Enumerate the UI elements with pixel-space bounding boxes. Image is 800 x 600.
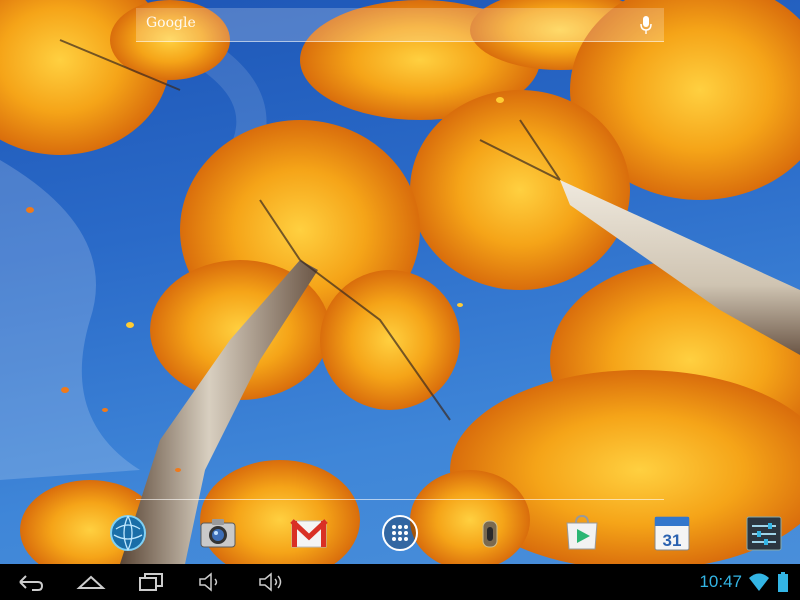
mic-icon[interactable] [640,16,652,34]
back-icon[interactable] [16,570,46,594]
dock-divider [136,499,664,500]
volume-up-icon[interactable] [256,570,286,594]
home-screen: Google 31 10:47 [0,0,800,600]
wifi-icon [749,573,769,591]
home-icon[interactable] [76,570,106,594]
status-clock: 10:47 [699,572,742,591]
calendar-icon[interactable]: 31 [652,513,692,553]
play-store-icon[interactable] [562,513,602,553]
recents-icon[interactable] [136,570,166,594]
gmail-icon[interactable] [289,513,329,553]
all-apps-icon[interactable] [380,513,420,553]
settings-slider-icon[interactable] [470,513,510,553]
camera-icon[interactable] [198,513,238,553]
volume-down-icon[interactable] [196,570,226,594]
google-search-bar[interactable]: Google [136,8,664,42]
settings-icon[interactable] [744,513,784,553]
browser-globe-icon[interactable] [108,513,148,553]
system-nav-bar: 10:47 [0,564,800,600]
battery-icon [778,572,788,592]
wallpaper [0,0,800,564]
calendar-date: 31 [663,531,682,550]
google-logo: Google [146,15,196,31]
